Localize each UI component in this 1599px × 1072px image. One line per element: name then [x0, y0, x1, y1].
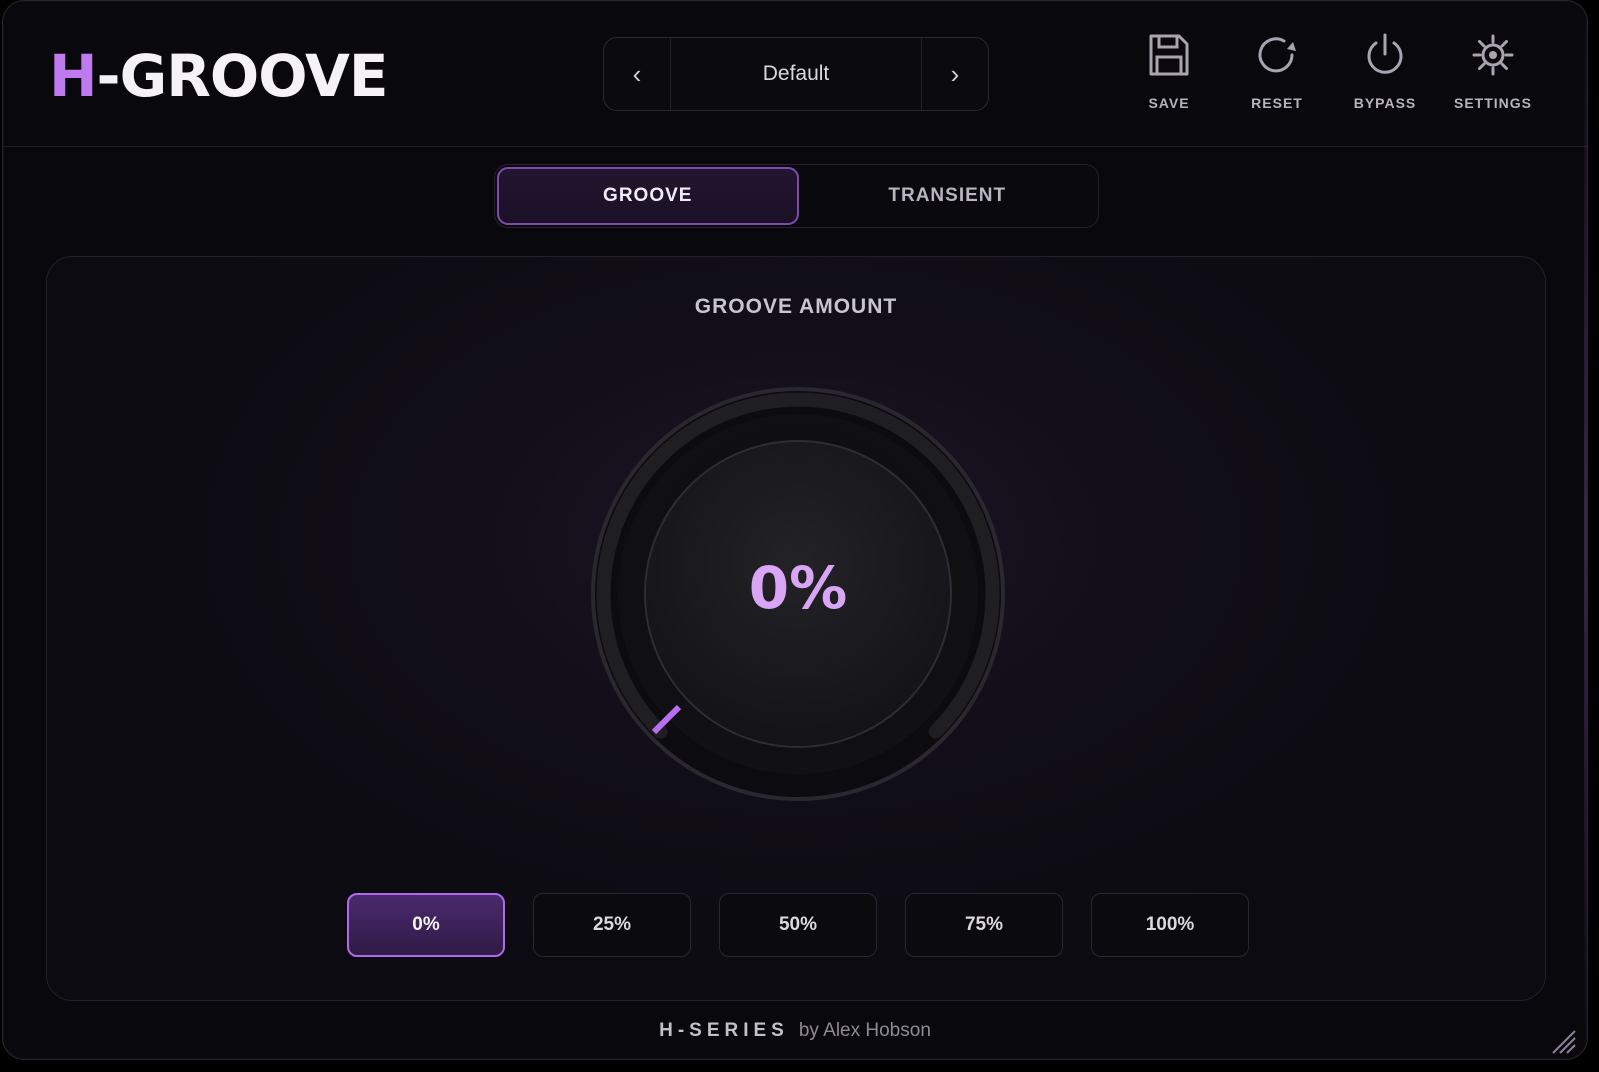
save-icon	[1145, 29, 1193, 81]
reset-label: RESET	[1251, 95, 1303, 111]
groove-amount-title: GROOVE AMOUNT	[694, 295, 898, 318]
tab-transient[interactable]: TRANSIENT	[799, 167, 1097, 225]
preset-prev-button[interactable]: ‹	[604, 38, 671, 110]
groove-amount-knob[interactable]: 0%	[588, 384, 1008, 804]
gear-icon	[1469, 29, 1517, 81]
save-label: SAVE	[1148, 95, 1190, 111]
header: H-GROOVE ‹ Default › SAVE RESET BYPASS S…	[3, 1, 1587, 147]
footer: H-SERIES by Alex Hobson	[3, 1020, 1587, 1042]
bypass-label: BYPASS	[1353, 95, 1417, 111]
series-label: H-SERIES	[659, 1020, 789, 1041]
mode-tabs: GROOVE TRANSIENT	[494, 164, 1099, 228]
amount-button-100[interactable]: 100%	[1091, 893, 1249, 957]
groove-panel: GROOVE AMOUNT 0% 0% 25% 50% 75% 100%	[46, 256, 1546, 1001]
settings-label: SETTINGS	[1453, 95, 1532, 111]
save-button[interactable]: SAVE	[1115, 29, 1223, 111]
bypass-button[interactable]: BYPASS	[1331, 29, 1439, 111]
amount-button-50[interactable]: 50%	[719, 893, 877, 957]
tab-groove[interactable]: GROOVE	[497, 167, 799, 225]
reset-button[interactable]: RESET	[1223, 29, 1331, 111]
author-label: by Alex Hobson	[798, 1020, 931, 1041]
amount-button-75[interactable]: 75%	[905, 893, 1063, 957]
amount-button-0[interactable]: 0%	[347, 893, 505, 957]
logo-rest: -GROOVE	[96, 42, 389, 110]
preset-next-button[interactable]: ›	[921, 38, 988, 110]
reset-icon	[1253, 29, 1301, 81]
plugin-window: H-GROOVE ‹ Default › SAVE RESET BYPASS S…	[2, 0, 1588, 1060]
preset-name[interactable]: Default	[670, 38, 922, 110]
app-logo: H-GROOVE	[49, 41, 389, 111]
power-icon	[1361, 29, 1409, 81]
settings-button[interactable]: SETTINGS	[1439, 29, 1547, 111]
amount-button-25[interactable]: 25%	[533, 893, 691, 957]
toolbar: SAVE RESET BYPASS SETTINGS	[1115, 29, 1547, 111]
preset-selector: ‹ Default ›	[603, 37, 989, 111]
resize-grip-icon[interactable]	[1547, 1025, 1577, 1055]
amount-presets: 0% 25% 50% 75% 100%	[347, 893, 1249, 957]
knob-value-display: 0%	[748, 554, 848, 622]
logo-prefix: H	[49, 42, 98, 110]
